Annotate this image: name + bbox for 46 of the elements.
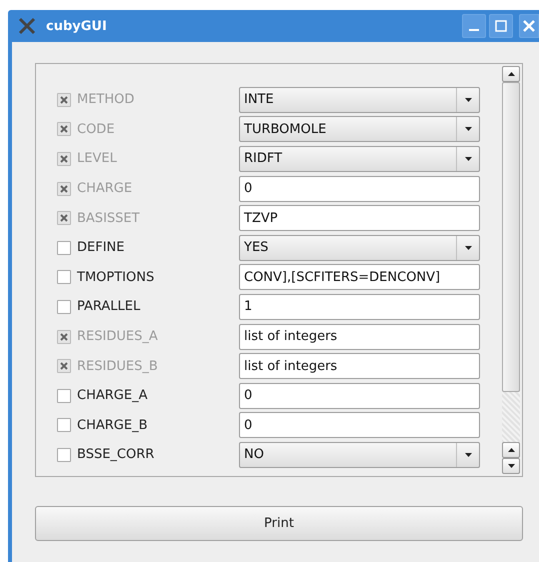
dropdown[interactable]: NO	[239, 442, 480, 468]
option-label: TMOPTIONS	[77, 270, 154, 285]
option-label: METHOD	[77, 92, 134, 108]
option-label: CHARGE	[77, 181, 132, 196]
checkbox[interactable]	[57, 240, 71, 255]
maximize-button[interactable]	[489, 14, 513, 38]
window-title: cubyGUI	[46, 18, 108, 34]
dropdown[interactable]: YES	[239, 234, 480, 261]
option-label: DEFINE	[77, 240, 124, 256]
checkbox[interactable]	[57, 418, 71, 432]
scroll-up-button[interactable]	[502, 66, 520, 82]
dropdown-arrow-icon	[464, 452, 472, 457]
up-arrow-icon	[508, 72, 514, 76]
dropdown-arrow-icon	[464, 246, 472, 250]
minimize-button[interactable]	[462, 14, 486, 38]
input-field[interactable]: CONV],[SCFITERS=DENCONV]	[239, 264, 480, 290]
input-field[interactable]: 1	[239, 294, 480, 320]
print-button[interactable]: Print	[35, 506, 523, 541]
option-label: RESIDUES_B	[77, 358, 158, 374]
crossed-tools-icon	[18, 17, 36, 35]
option-label: BSSE_CORR	[77, 447, 154, 462]
scrollbar-thumb[interactable]	[502, 82, 520, 392]
close-icon	[523, 20, 535, 32]
dropdown-arrow-icon	[464, 127, 472, 132]
option-label: PARALLEL	[77, 299, 140, 314]
option-label: CHARGE_A	[77, 388, 148, 404]
down-arrow-icon	[508, 464, 514, 468]
option-label: CHARGE_B	[77, 418, 148, 433]
close-button[interactable]	[519, 14, 539, 38]
input-field[interactable]: 0	[239, 382, 480, 409]
up-arrow-icon	[508, 448, 514, 452]
option-label: CODE	[77, 122, 115, 137]
minimize-icon	[469, 29, 479, 31]
option-label: RESIDUES_A	[77, 329, 158, 344]
option-label: BASISSET	[77, 210, 140, 226]
checkbox[interactable]	[57, 388, 71, 403]
dropdown-arrow-icon	[464, 98, 472, 102]
checkbox[interactable]	[57, 300, 71, 314]
checkbox[interactable]	[57, 448, 71, 462]
scroll-up-button[interactable]	[502, 442, 520, 458]
checkbox[interactable]	[57, 270, 71, 284]
input-field[interactable]: 0	[239, 412, 480, 438]
option-label: LEVEL	[77, 151, 117, 166]
scroll-down-button[interactable]	[502, 458, 520, 474]
dropdown-arrow-icon	[464, 156, 472, 161]
maximize-icon	[495, 20, 507, 32]
